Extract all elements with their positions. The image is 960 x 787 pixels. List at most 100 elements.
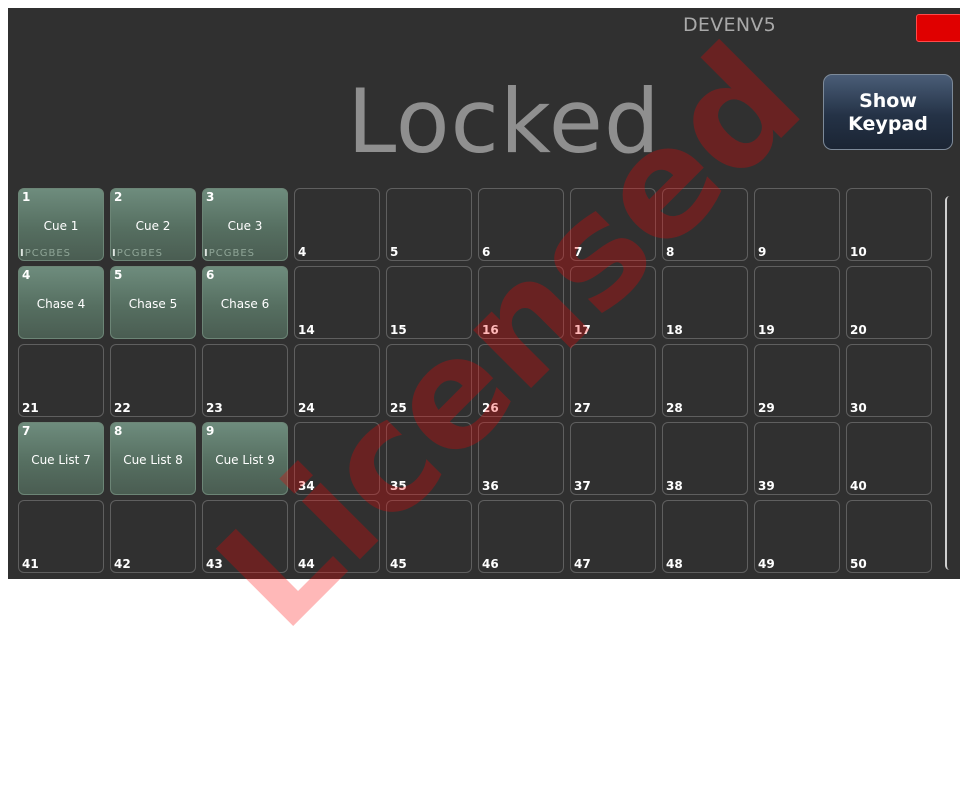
playback-number: 48 xyxy=(666,557,683,571)
empty-playback-slot[interactable]: 41 xyxy=(18,500,104,573)
empty-playback-slot[interactable]: 16 xyxy=(478,266,564,339)
playback-number: 5 xyxy=(390,245,399,259)
playback-number: 50 xyxy=(850,557,867,571)
playback-button[interactable]: 8 Cue List 8 xyxy=(110,422,196,495)
empty-playback-slot[interactable]: 10 xyxy=(846,188,932,261)
empty-playback-slot[interactable]: 43 xyxy=(202,500,288,573)
playback-button[interactable]: 6 Chase 6 xyxy=(202,266,288,339)
empty-playback-slot[interactable]: 25 xyxy=(386,344,472,417)
empty-playback-slot[interactable]: 38 xyxy=(662,422,748,495)
playback-name: Cue 2 xyxy=(135,219,171,233)
empty-playback-slot[interactable]: 8 xyxy=(662,188,748,261)
playback-number: 8 xyxy=(114,424,123,438)
empty-playback-slot[interactable]: 17 xyxy=(570,266,656,339)
playback-number: 40 xyxy=(850,479,867,493)
playback-flags: IPCGBES xyxy=(204,248,256,259)
playback-number: 23 xyxy=(206,401,223,415)
empty-playback-slot[interactable]: 36 xyxy=(478,422,564,495)
playback-number: 3 xyxy=(206,190,215,204)
playback-number: 44 xyxy=(298,557,315,571)
playback-number: 37 xyxy=(574,479,591,493)
empty-playback-slot[interactable]: 27 xyxy=(570,344,656,417)
playback-button[interactable]: 1 Cue 1 IPCGBES xyxy=(18,188,104,261)
alarm-indicator[interactable] xyxy=(916,14,960,42)
empty-playback-slot[interactable]: 37 xyxy=(570,422,656,495)
playback-number: 42 xyxy=(114,557,131,571)
playback-number: 38 xyxy=(666,479,683,493)
empty-playback-slot[interactable]: 50 xyxy=(846,500,932,573)
playback-number: 4 xyxy=(298,245,307,259)
empty-playback-slot[interactable]: 39 xyxy=(754,422,840,495)
playback-number: 4 xyxy=(22,268,31,282)
playback-number: 7 xyxy=(22,424,31,438)
playback-number: 49 xyxy=(758,557,775,571)
playback-number: 7 xyxy=(574,245,583,259)
playback-number: 28 xyxy=(666,401,683,415)
empty-playback-slot[interactable]: 29 xyxy=(754,344,840,417)
empty-playback-slot[interactable]: 49 xyxy=(754,500,840,573)
playback-number: 15 xyxy=(390,323,407,337)
empty-playback-slot[interactable]: 42 xyxy=(110,500,196,573)
playback-number: 2 xyxy=(114,190,123,204)
empty-playback-slot[interactable]: 26 xyxy=(478,344,564,417)
playback-button[interactable]: 5 Chase 5 xyxy=(110,266,196,339)
playback-name: Cue List 9 xyxy=(215,453,275,467)
empty-playback-slot[interactable]: 19 xyxy=(754,266,840,339)
empty-playback-slot[interactable]: 21 xyxy=(18,344,104,417)
empty-playback-slot[interactable]: 18 xyxy=(662,266,748,339)
empty-playback-slot[interactable]: 23 xyxy=(202,344,288,417)
playback-button[interactable]: 7 Cue List 7 xyxy=(18,422,104,495)
playback-number: 25 xyxy=(390,401,407,415)
playback-number: 41 xyxy=(22,557,39,571)
playback-number: 35 xyxy=(390,479,407,493)
empty-playback-slot[interactable]: 30 xyxy=(846,344,932,417)
empty-playback-slot[interactable]: 4 xyxy=(294,188,380,261)
playback-number: 21 xyxy=(22,401,39,415)
empty-playback-slot[interactable]: 15 xyxy=(386,266,472,339)
playback-number: 6 xyxy=(482,245,491,259)
empty-playback-slot[interactable]: 5 xyxy=(386,188,472,261)
playback-number: 6 xyxy=(206,268,215,282)
playback-button[interactable]: 9 Cue List 9 xyxy=(202,422,288,495)
playback-name: Cue 3 xyxy=(227,219,263,233)
empty-playback-slot[interactable]: 40 xyxy=(846,422,932,495)
show-keypad-label-line2: Keypad xyxy=(848,113,928,135)
empty-playback-slot[interactable]: 14 xyxy=(294,266,380,339)
playback-number: 27 xyxy=(574,401,591,415)
empty-playback-slot[interactable]: 35 xyxy=(386,422,472,495)
playback-number: 29 xyxy=(758,401,775,415)
playback-button[interactable]: 3 Cue 3 IPCGBES xyxy=(202,188,288,261)
playback-number: 10 xyxy=(850,245,867,259)
playback-number: 14 xyxy=(298,323,315,337)
scrollbar[interactable] xyxy=(945,196,954,570)
playback-number: 1 xyxy=(22,190,31,204)
playback-number: 46 xyxy=(482,557,499,571)
empty-playback-slot[interactable]: 45 xyxy=(386,500,472,573)
host-name: DEVENV5 xyxy=(683,14,777,36)
empty-playback-slot[interactable]: 6 xyxy=(478,188,564,261)
playback-button[interactable]: 4 Chase 4 xyxy=(18,266,104,339)
empty-playback-slot[interactable]: 7 xyxy=(570,188,656,261)
empty-playback-slot[interactable]: 9 xyxy=(754,188,840,261)
empty-playback-slot[interactable]: 24 xyxy=(294,344,380,417)
empty-playback-slot[interactable]: 48 xyxy=(662,500,748,573)
empty-playback-slot[interactable]: 34 xyxy=(294,422,380,495)
playback-number: 9 xyxy=(758,245,767,259)
playback-number: 26 xyxy=(482,401,499,415)
empty-playback-slot[interactable]: 20 xyxy=(846,266,932,339)
playback-button[interactable]: 2 Cue 2 IPCGBES xyxy=(110,188,196,261)
playback-number: 45 xyxy=(390,557,407,571)
empty-playback-slot[interactable]: 46 xyxy=(478,500,564,573)
empty-playback-slot[interactable]: 28 xyxy=(662,344,748,417)
empty-playback-slot[interactable]: 47 xyxy=(570,500,656,573)
playback-number: 5 xyxy=(114,268,123,282)
playback-number: 20 xyxy=(850,323,867,337)
locked-title: Locked xyxy=(347,70,661,173)
show-keypad-button[interactable]: Show Keypad xyxy=(823,74,953,150)
playback-flags: IPCGBES xyxy=(20,248,72,259)
empty-playback-slot[interactable]: 22 xyxy=(110,344,196,417)
playback-flags: IPCGBES xyxy=(112,248,164,259)
playback-number: 19 xyxy=(758,323,775,337)
playback-name: Cue 1 xyxy=(43,219,79,233)
empty-playback-slot[interactable]: 44 xyxy=(294,500,380,573)
